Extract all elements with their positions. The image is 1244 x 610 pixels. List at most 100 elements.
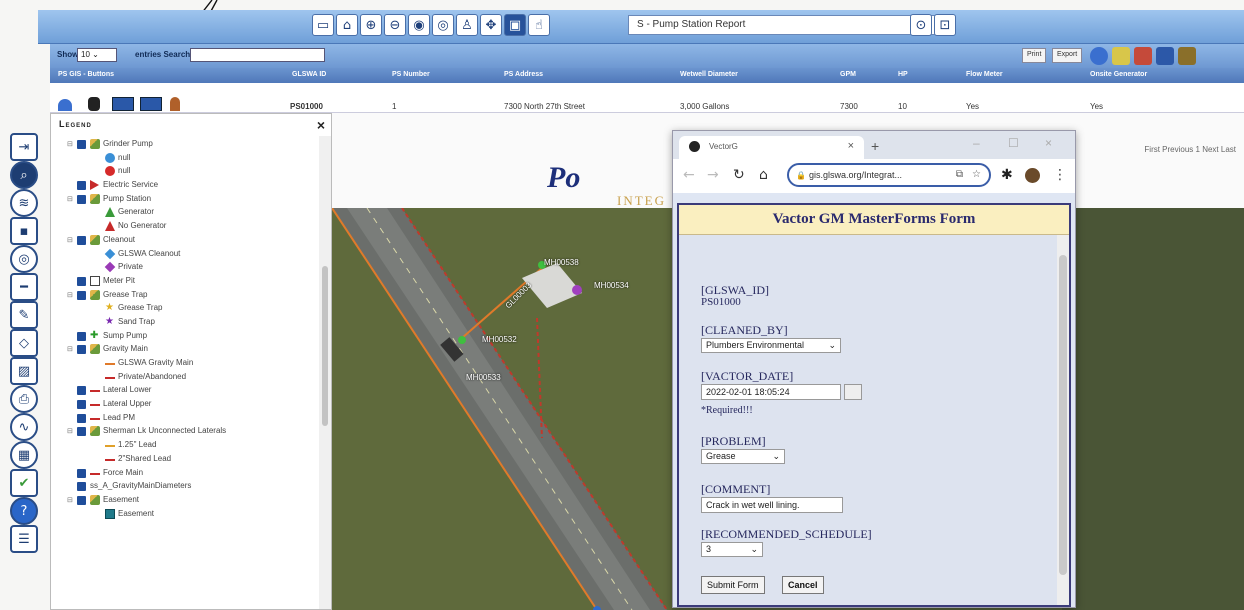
legend-item[interactable]: GLSWA Gravity Main — [51, 357, 319, 371]
expand-icon[interactable]: ⊟ — [67, 195, 73, 203]
entries-select[interactable]: 10 ⌄ — [77, 48, 117, 62]
zoom-to-icon[interactable] — [58, 99, 72, 111]
lock-icon[interactable] — [88, 97, 100, 111]
form-scrollbar[interactable] — [1057, 235, 1069, 605]
home-icon[interactable]: ⌂ — [759, 167, 768, 183]
zoom-extent-icon[interactable]: ◉ — [408, 14, 430, 36]
col-header[interactable]: GPM — [840, 71, 856, 78]
add-icon[interactable] — [1090, 47, 1108, 65]
search-input[interactable] — [190, 48, 325, 62]
home-icon[interactable]: ⌂ — [336, 14, 358, 36]
layer-checkbox[interactable] — [77, 386, 86, 396]
locate-icon[interactable]: ◇ — [10, 329, 38, 357]
select-icon[interactable]: ▣ — [504, 14, 526, 36]
legend-item[interactable]: ⊟ Sherman Lk Unconnected Laterals — [51, 425, 319, 439]
share-icon[interactable]: ⧉ — [956, 169, 963, 180]
submit-button[interactable]: Submit Form — [701, 576, 765, 594]
legend-item[interactable]: null — [51, 152, 319, 166]
export-icon[interactable]: ⊡ — [934, 14, 956, 36]
col-header[interactable]: PS Number — [392, 71, 430, 78]
layers-icon[interactable]: ≋ — [10, 189, 38, 217]
close-icon[interactable]: × — [317, 117, 325, 133]
expand-icon[interactable]: ⊟ — [67, 496, 73, 504]
sewer-icon[interactable]: ∿ — [10, 413, 38, 441]
legend-item[interactable]: Private/Abandoned — [51, 371, 319, 385]
legend-item[interactable]: ★ Grease Trap — [51, 302, 319, 316]
col-header[interactable]: Flow Meter — [966, 71, 1003, 78]
col-header[interactable]: HP — [898, 71, 908, 78]
layer-checkbox[interactable] — [77, 400, 86, 410]
col-header[interactable]: GLSWA ID — [292, 71, 326, 78]
new-tab-icon[interactable]: + — [871, 138, 879, 154]
legend-item[interactable]: ⊟ Grinder Pump — [51, 138, 319, 152]
table-pager[interactable]: First Previous 1 Next Last — [1144, 145, 1236, 154]
layer-checkbox[interactable] — [77, 290, 86, 300]
legend-item[interactable]: ✚ Sump Pump — [51, 330, 319, 344]
legend-item[interactable]: ss_A_GravityMainDiameters — [51, 480, 319, 494]
scrollbar-thumb[interactable] — [322, 266, 328, 426]
legend-scrollbar[interactable] — [319, 136, 331, 609]
layer-checkbox[interactable] — [77, 194, 86, 204]
layer-checkbox[interactable] — [77, 413, 86, 423]
expand-icon[interactable]: ⊟ — [67, 345, 73, 353]
layer-checkbox[interactable] — [77, 140, 86, 149]
layer-checkbox[interactable] — [77, 331, 86, 341]
back-icon[interactable]: ← — [683, 167, 695, 183]
layer-checkbox[interactable] — [77, 482, 86, 492]
tools-icon[interactable] — [1178, 47, 1196, 65]
layer-checkbox[interactable] — [77, 345, 86, 355]
forward-icon[interactable]: → — [707, 167, 719, 183]
expand-icon[interactable]: ⊟ — [67, 140, 73, 148]
measure-icon[interactable]: ━ — [10, 273, 38, 301]
list-icon[interactable]: ☰ — [10, 525, 38, 553]
expand-icon[interactable]: ⊟ — [67, 427, 73, 435]
legend-item[interactable]: Lateral Upper — [51, 398, 319, 412]
comment-input[interactable]: Crack in wet well lining. — [701, 497, 843, 513]
legend-item[interactable]: No Generator — [51, 220, 319, 234]
browser-tab[interactable]: VectorG × — [679, 136, 864, 159]
legend-item[interactable]: 2"Shared Lead — [51, 453, 319, 467]
vactor-date-input[interactable]: 2022-02-01 18:05:24 — [701, 384, 841, 400]
target-icon[interactable]: ◎ — [10, 245, 38, 273]
export-button[interactable]: Export — [1052, 48, 1083, 63]
maximize-icon[interactable]: ☐ — [1008, 136, 1019, 150]
legend-item[interactable]: null — [51, 165, 319, 179]
search-icon[interactable]: ⌕ — [10, 161, 38, 189]
layer-checkbox[interactable] — [77, 235, 86, 245]
form-icon[interactable] — [112, 97, 134, 111]
vactor-form-icon[interactable] — [140, 97, 162, 111]
photo-icon[interactable]: ▨ — [10, 357, 38, 385]
calendar-icon[interactable] — [844, 384, 862, 400]
legend-item[interactable]: ⊟ Cleanout — [51, 234, 319, 248]
grid-icon[interactable]: ▦ — [10, 441, 38, 469]
print-icon[interactable]: ⎙ — [10, 385, 38, 413]
layer-checkbox[interactable] — [77, 468, 86, 478]
layer-select[interactable]: S - Pump Station Report ⌄ — [628, 15, 940, 35]
identify-icon[interactable]: ☝ — [528, 14, 550, 36]
legend-item[interactable]: ⊟ Gravity Main — [51, 343, 319, 357]
legend-item[interactable]: GLSWA Cleanout — [51, 248, 319, 262]
help-icon[interactable]: ? — [10, 497, 38, 525]
zoom-previous-icon[interactable]: ◎ — [432, 14, 454, 36]
legend-item[interactable]: Private — [51, 261, 319, 275]
monitor-icon[interactable]: ▭ — [312, 14, 334, 36]
menu-icon[interactable]: ⋮ — [1053, 167, 1067, 183]
col-header[interactable]: PS Address — [504, 71, 543, 78]
check-icon[interactable]: ✔ — [10, 469, 38, 497]
basemap-icon[interactable]: ▪ — [10, 217, 38, 245]
tab-close-icon[interactable]: × — [848, 140, 854, 152]
legend-item[interactable]: ★ Sand Trap — [51, 316, 319, 330]
legend-item[interactable]: Force Main — [51, 467, 319, 481]
profile-avatar[interactable] — [1025, 168, 1040, 183]
layer-checkbox[interactable] — [77, 276, 86, 286]
legend-item[interactable]: ⊟ Easement — [51, 494, 319, 508]
pan-icon[interactable]: ✥ — [480, 14, 502, 36]
zoom-out-icon[interactable]: ⊖ — [384, 14, 406, 36]
expand-icon[interactable]: ⊟ — [67, 291, 73, 299]
legend-item[interactable]: Meter Pit — [51, 275, 319, 289]
extensions-icon[interactable]: ✱ — [1001, 167, 1013, 183]
layer-checkbox[interactable] — [77, 495, 86, 505]
legend-item[interactable]: Lateral Lower — [51, 384, 319, 398]
schedule-select[interactable]: 3 ⌄ — [701, 542, 763, 557]
legend-item[interactable]: Electric Service — [51, 179, 319, 193]
